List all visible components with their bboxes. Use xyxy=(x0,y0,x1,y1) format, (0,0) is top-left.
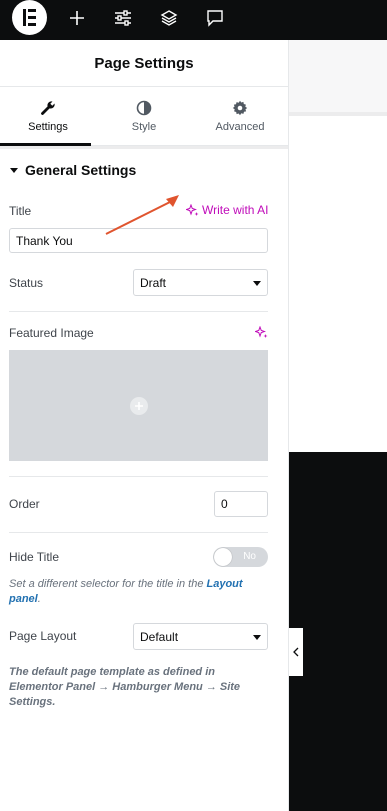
tab-settings[interactable]: Settings xyxy=(0,87,96,145)
comment-icon[interactable] xyxy=(203,6,227,30)
add-image-icon[interactable] xyxy=(130,397,148,415)
sparkle-icon xyxy=(186,203,199,216)
title-input-value: Thank You xyxy=(16,233,73,248)
status-label: Status xyxy=(9,276,44,290)
hide-title-toggle[interactable]: No xyxy=(213,547,268,567)
tab-advanced[interactable]: Advanced xyxy=(192,87,288,145)
panel-title: Page Settings xyxy=(0,40,288,87)
tab-style[interactable]: Style xyxy=(96,87,192,145)
tab-advanced-label: Advanced xyxy=(215,121,265,133)
collapse-panel-button[interactable] xyxy=(288,628,303,676)
page-layout-select[interactable]: Default xyxy=(133,623,268,650)
sliders-icon[interactable] xyxy=(111,6,135,30)
layers-icon[interactable] xyxy=(157,6,181,30)
elementor-logo-icon[interactable] xyxy=(12,0,47,35)
featured-image-label: Featured Image xyxy=(9,326,94,340)
write-with-ai-label: Write with AI xyxy=(202,203,269,217)
page-layout-select-value: Default xyxy=(140,629,179,644)
page-layout-note: The default page template as defined in … xyxy=(9,666,241,708)
page-layout-label: Page Layout xyxy=(9,629,77,643)
section-toggle-general-settings[interactable]: General Settings xyxy=(0,149,288,191)
order-input[interactable]: 0 xyxy=(214,491,268,517)
wrench-icon xyxy=(40,99,56,117)
caret-down-icon xyxy=(10,167,18,173)
top-bar xyxy=(0,0,387,40)
sparkle-icon xyxy=(254,325,268,338)
divider xyxy=(9,311,268,312)
title-label: Title xyxy=(9,204,32,218)
status-select[interactable]: Draft xyxy=(133,269,268,296)
hide-title-note-prefix: Set a different selector for the title i… xyxy=(9,578,207,590)
toggle-knob xyxy=(214,548,232,566)
tab-settings-label: Settings xyxy=(28,121,68,133)
caret-down-icon xyxy=(253,635,261,640)
order-input-value: 0 xyxy=(221,497,228,511)
hide-title-label: Hide Title xyxy=(9,550,60,564)
status-select-value: Draft xyxy=(140,275,167,290)
tab-style-label: Style xyxy=(131,121,157,133)
annotation-arrow-icon xyxy=(105,195,179,235)
divider xyxy=(9,476,268,477)
hide-title-note: Set a different selector for the title i… xyxy=(9,577,269,607)
featured-image-ai-icon[interactable] xyxy=(254,325,268,344)
panel-tabs: Settings Style Advanced xyxy=(0,87,288,146)
gear-icon xyxy=(232,99,248,117)
chevron-left-icon xyxy=(292,647,298,657)
order-label: Order xyxy=(9,497,40,511)
hide-title-note-suffix: . xyxy=(37,593,41,605)
toggle-state: No xyxy=(243,551,256,562)
active-tab-indicator xyxy=(0,143,91,146)
caret-down-icon xyxy=(253,281,261,286)
plus-icon[interactable] xyxy=(65,6,89,30)
half-circle-icon xyxy=(136,99,152,117)
canvas-preview xyxy=(289,116,387,452)
divider xyxy=(9,532,268,533)
canvas-preview-top xyxy=(289,40,387,112)
featured-image-dropzone[interactable] xyxy=(9,350,268,461)
write-with-ai-button[interactable]: Write with AI xyxy=(186,203,268,217)
section-title: General Settings xyxy=(25,162,137,178)
